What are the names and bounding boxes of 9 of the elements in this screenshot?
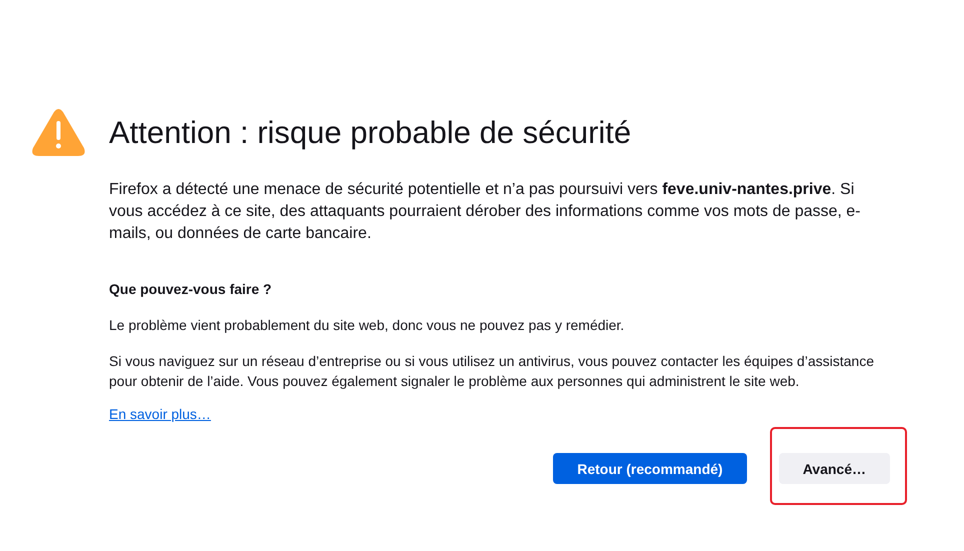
explanation-text: Le problème vient probablement du site web, donc vous ne pouvez pas y remédier. — [109, 316, 626, 335]
back-button[interactable]: Retour (recommandé) — [553, 453, 747, 484]
learn-more-link[interactable]: En savoir plus… — [109, 406, 211, 422]
section-heading: Que pouvez-vous faire ? — [109, 280, 273, 299]
advanced-button[interactable]: Avancé… — [778, 453, 890, 484]
page-title: Attention : risque probable de sécurité — [109, 114, 632, 152]
warning-icon — [32, 108, 85, 157]
explanation-text: Si vous naviguez sur un réseau d’entreprise ou si vous utilisez un antivirus, vous pouvez contacter les équipes d’assistance pour obtenir de l’aide. Vous pouvez également signaler le problème aux personnes qui administrent le site web. — [109, 352, 875, 391]
intro-text: Firefox a détecté une menace de sécurité potentielle et n’a pas poursuivi vers feve.univ-nantes.prive. Si vous accédez à ce site, des attaquants pourraient dérober des informations comme vos mots de passe, e-mails, ou données de carte bancaire. — [109, 180, 862, 244]
